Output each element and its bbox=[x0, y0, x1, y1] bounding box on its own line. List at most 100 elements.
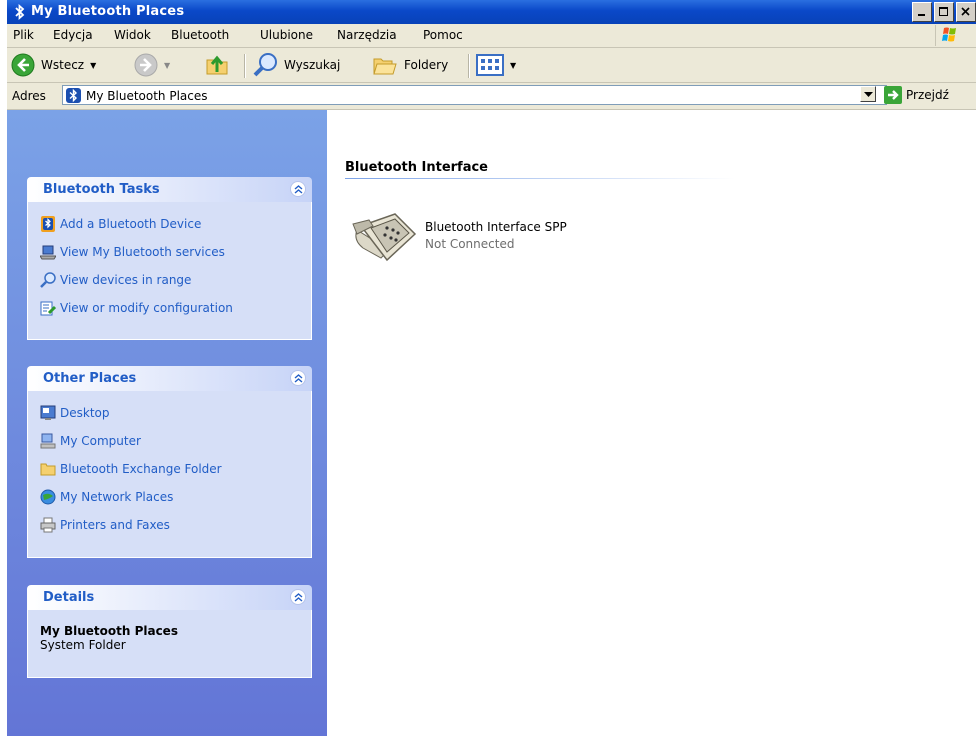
standard-toolbar: Wstecz ▼ ▼ Wyszukaj Foldery ▼ bbox=[7, 48, 976, 83]
bluetooth-exchange-folder-link[interactable]: Bluetooth Exchange Folder bbox=[40, 455, 299, 483]
go-arrow-icon bbox=[884, 86, 902, 104]
printer-icon bbox=[40, 517, 56, 533]
place-label: Printers and Faxes bbox=[60, 518, 170, 532]
address-label: Adres bbox=[12, 89, 46, 103]
menu-bluetooth[interactable]: Bluetooth bbox=[171, 28, 229, 42]
back-button[interactable]: Wstecz ▼ bbox=[11, 48, 96, 82]
view-devices-in-range-link[interactable]: View devices in range bbox=[40, 266, 299, 294]
view-modify-configuration-link[interactable]: View or modify configuration bbox=[40, 294, 299, 322]
menu-narzedzia[interactable]: Narzędzia bbox=[337, 28, 397, 42]
folders-label: Foldery bbox=[404, 58, 449, 72]
network-icon bbox=[40, 489, 56, 505]
back-dropdown-icon[interactable]: ▼ bbox=[90, 61, 96, 70]
my-network-places-link[interactable]: My Network Places bbox=[40, 483, 299, 511]
task-label: Add a Bluetooth Device bbox=[60, 217, 202, 231]
windows-logo bbox=[935, 25, 970, 46]
menu-ulubione[interactable]: Ulubione bbox=[260, 28, 313, 42]
chevron-up-icon bbox=[294, 374, 303, 383]
collapse-button[interactable] bbox=[290, 181, 306, 197]
printers-and-faxes-link[interactable]: Printers and Faxes bbox=[40, 511, 299, 539]
back-label: Wstecz bbox=[41, 58, 85, 72]
forward-dropdown-icon[interactable]: ▼ bbox=[164, 61, 170, 70]
bluetooth-icon bbox=[15, 4, 25, 20]
search-label: Wyszukaj bbox=[284, 58, 341, 72]
laptop-icon bbox=[40, 245, 56, 260]
address-dropdown-button[interactable] bbox=[860, 86, 876, 102]
bluetooth-tasks-body: Add a Bluetooth Device View My Bluetooth… bbox=[27, 202, 312, 340]
up-button[interactable] bbox=[204, 48, 230, 82]
back-arrow-icon bbox=[11, 53, 35, 77]
chevron-up-icon bbox=[294, 185, 303, 194]
title-bar[interactable]: My Bluetooth Places bbox=[7, 0, 976, 24]
forward-button[interactable]: ▼ bbox=[134, 48, 170, 82]
folders-button[interactable]: Foldery bbox=[372, 48, 448, 82]
content-pane: Bluetooth Interface Bluetooth Interface … bbox=[327, 110, 976, 736]
collapse-button[interactable] bbox=[290, 370, 306, 386]
menu-edycja[interactable]: Edycja bbox=[53, 28, 93, 42]
toolbar-separator bbox=[468, 54, 470, 78]
other-places-body: Desktop My Computer Bluetooth Exchange F… bbox=[27, 391, 312, 558]
bluetooth-tasks-header[interactable]: Bluetooth Tasks bbox=[27, 177, 312, 202]
minimize-icon bbox=[918, 14, 925, 16]
place-label: Desktop bbox=[60, 406, 110, 420]
chevron-down-icon bbox=[864, 92, 873, 97]
desktop-link[interactable]: Desktop bbox=[40, 399, 299, 427]
other-places-panel: Other Places Desktop My Computer Bluetoo… bbox=[27, 366, 312, 558]
search-button[interactable]: Wyszukaj bbox=[252, 48, 340, 82]
my-computer-icon bbox=[40, 433, 56, 449]
device-name: Bluetooth Interface SPP bbox=[425, 220, 567, 234]
magnifier-icon bbox=[40, 272, 56, 288]
desktop-icon bbox=[40, 405, 56, 420]
panel-title: Details bbox=[43, 590, 95, 605]
other-places-header[interactable]: Other Places bbox=[27, 366, 312, 391]
views-button[interactable]: ▼ bbox=[476, 48, 516, 82]
folder-icon bbox=[40, 463, 56, 476]
bluetooth-icon bbox=[66, 88, 81, 103]
my-computer-link[interactable]: My Computer bbox=[40, 427, 299, 455]
views-icon bbox=[476, 54, 504, 76]
device-status: Not Connected bbox=[425, 237, 515, 251]
panel-title: Other Places bbox=[43, 371, 137, 386]
minimize-button[interactable] bbox=[912, 2, 932, 22]
maximize-button[interactable] bbox=[934, 2, 954, 22]
views-dropdown-icon[interactable]: ▼ bbox=[510, 61, 516, 70]
close-button[interactable] bbox=[956, 2, 976, 22]
config-icon bbox=[40, 301, 56, 316]
group-divider bbox=[345, 178, 735, 179]
details-type: System Folder bbox=[40, 638, 126, 652]
desktop-edge bbox=[0, 0, 7, 736]
bluetooth-tasks-panel: Bluetooth Tasks Add a Bluetooth Device V… bbox=[27, 177, 312, 340]
add-bluetooth-device-link[interactable]: Add a Bluetooth Device bbox=[40, 210, 299, 238]
details-name: My Bluetooth Places bbox=[40, 624, 178, 638]
windows-flag-icon bbox=[942, 27, 956, 42]
toolbar-separator bbox=[244, 54, 246, 78]
window-title: My Bluetooth Places bbox=[31, 4, 185, 19]
go-label: Przejdź bbox=[906, 88, 949, 102]
forward-arrow-icon bbox=[134, 53, 158, 77]
place-label: My Computer bbox=[60, 434, 141, 448]
explorer-window: My Bluetooth Places Plik Edycja Widok Bl… bbox=[7, 0, 976, 736]
folder-up-icon bbox=[206, 55, 228, 75]
address-bar: Adres My Bluetooth Places Przejdź bbox=[7, 83, 976, 110]
menu-widok[interactable]: Widok bbox=[114, 28, 151, 42]
close-icon bbox=[961, 7, 970, 16]
menu-plik[interactable]: Plik bbox=[13, 28, 34, 42]
details-body: My Bluetooth Places System Folder bbox=[27, 610, 312, 678]
bluetooth-add-icon bbox=[41, 216, 55, 232]
group-title: Bluetooth Interface bbox=[345, 160, 488, 175]
chevron-up-icon bbox=[294, 593, 303, 602]
view-bluetooth-services-link[interactable]: View My Bluetooth services bbox=[40, 238, 299, 266]
search-icon bbox=[253, 53, 277, 77]
go-button[interactable]: Przejdź bbox=[884, 86, 949, 104]
panel-title: Bluetooth Tasks bbox=[43, 182, 160, 197]
task-label: View or modify configuration bbox=[60, 301, 233, 315]
maximize-icon bbox=[939, 7, 948, 16]
bluetooth-device-item[interactable]: Bluetooth Interface SPP Not Connected bbox=[351, 200, 651, 270]
task-pane: Bluetooth Tasks Add a Bluetooth Device V… bbox=[7, 110, 327, 736]
address-field[interactable]: My Bluetooth Places bbox=[62, 85, 887, 105]
task-label: View My Bluetooth services bbox=[60, 245, 225, 259]
collapse-button[interactable] bbox=[290, 589, 306, 605]
details-header[interactable]: Details bbox=[27, 585, 312, 610]
menu-pomoc[interactable]: Pomoc bbox=[423, 28, 463, 42]
address-value: My Bluetooth Places bbox=[86, 89, 208, 103]
